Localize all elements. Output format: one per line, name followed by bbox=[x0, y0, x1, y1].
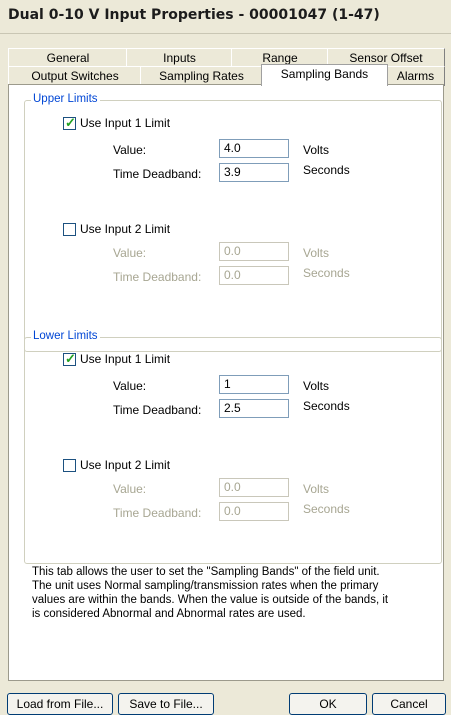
tab-inputs[interactable]: Inputs bbox=[126, 48, 233, 68]
upper-input1-label: Use Input 1 Limit bbox=[80, 116, 171, 130]
upper-input2-value-label: Value: bbox=[113, 246, 147, 260]
lower-input2-checkbox[interactable] bbox=[63, 459, 76, 472]
cancel-button[interactable]: Cancel bbox=[372, 693, 446, 715]
upper-input1-value-unit: Volts bbox=[303, 143, 330, 157]
title-bar: Dual 0-10 V Input Properties - 00001047 … bbox=[0, 0, 451, 34]
description-line: values are within the bands. When the va… bbox=[32, 594, 389, 606]
description-text: This tab allows the user to set the "Sam… bbox=[32, 565, 432, 621]
lower-input2-deadband-unit: Seconds bbox=[303, 502, 350, 516]
upper-input1-deadband-field[interactable]: 3.9 bbox=[219, 163, 289, 182]
upper-input2-value-field[interactable]: 0.0 bbox=[219, 242, 289, 261]
upper-limits-label: Upper Limits bbox=[31, 93, 100, 105]
load-from-file-button[interactable]: Load from File... bbox=[7, 693, 113, 715]
tab-general[interactable]: General bbox=[8, 48, 128, 68]
lower-input1-checkbox[interactable]: ✓ bbox=[63, 351, 76, 366]
description-line: is considered Abnormal and Abnormal rate… bbox=[32, 608, 306, 620]
tab-row-2: Output Switches Sampling Rates Sampling … bbox=[8, 64, 445, 86]
tab-sampling-bands[interactable]: Sampling Bands bbox=[261, 64, 388, 86]
lower-input2-value-field[interactable]: 0.0 bbox=[219, 478, 289, 497]
lower-input1-deadband-label: Time Deadband: bbox=[113, 403, 202, 417]
tab-alarms[interactable]: Alarms bbox=[386, 66, 445, 86]
lower-input1-value-label: Value: bbox=[113, 379, 147, 393]
upper-input1-deadband-label: Time Deadband: bbox=[113, 167, 202, 181]
upper-input1-deadband-unit: Seconds bbox=[303, 163, 350, 177]
ok-button[interactable]: OK bbox=[289, 693, 367, 715]
upper-input1-checkbox[interactable]: ✓ bbox=[63, 115, 76, 130]
upper-input2-deadband-field[interactable]: 0.0 bbox=[219, 266, 289, 285]
lower-input1-deadband-field[interactable]: 2.5 bbox=[219, 399, 289, 418]
upper-input2-label: Use Input 2 Limit bbox=[80, 222, 171, 236]
tab-sampling-rates[interactable]: Sampling Rates bbox=[140, 66, 263, 86]
check-icon: ✓ bbox=[65, 351, 76, 366]
window-title: Dual 0-10 V Input Properties - 00001047 … bbox=[8, 7, 380, 23]
lower-input1-deadband-unit: Seconds bbox=[303, 399, 350, 413]
lower-input1-value-field[interactable]: 1 bbox=[219, 375, 289, 394]
upper-input2-deadband-unit: Seconds bbox=[303, 266, 350, 280]
upper-input1-value-label: Value: bbox=[113, 143, 147, 157]
upper-input2-deadband-label: Time Deadband: bbox=[113, 270, 202, 284]
upper-input1-value-field[interactable]: 4.0 bbox=[219, 139, 289, 158]
description-line: The unit uses Normal sampling/transmissi… bbox=[32, 580, 379, 592]
lower-input1-value-unit: Volts bbox=[303, 379, 330, 393]
lower-limits-label: Lower Limits bbox=[31, 330, 100, 342]
upper-input2-value-unit: Volts bbox=[303, 246, 330, 260]
tab-output-switches[interactable]: Output Switches bbox=[8, 66, 142, 86]
save-to-file-button[interactable]: Save to File... bbox=[118, 693, 214, 715]
lower-limits-group: Lower Limits bbox=[24, 330, 442, 564]
description-line: This tab allows the user to set the "Sam… bbox=[32, 566, 380, 578]
lower-input2-value-unit: Volts bbox=[303, 482, 330, 496]
check-icon: ✓ bbox=[65, 115, 76, 130]
lower-input2-value-label: Value: bbox=[113, 482, 147, 496]
lower-input2-deadband-field[interactable]: 0.0 bbox=[219, 502, 289, 521]
lower-input2-deadband-label: Time Deadband: bbox=[113, 506, 202, 520]
lower-input2-label: Use Input 2 Limit bbox=[80, 458, 171, 472]
upper-input2-checkbox[interactable] bbox=[63, 223, 76, 236]
lower-input1-label: Use Input 1 Limit bbox=[80, 352, 171, 366]
